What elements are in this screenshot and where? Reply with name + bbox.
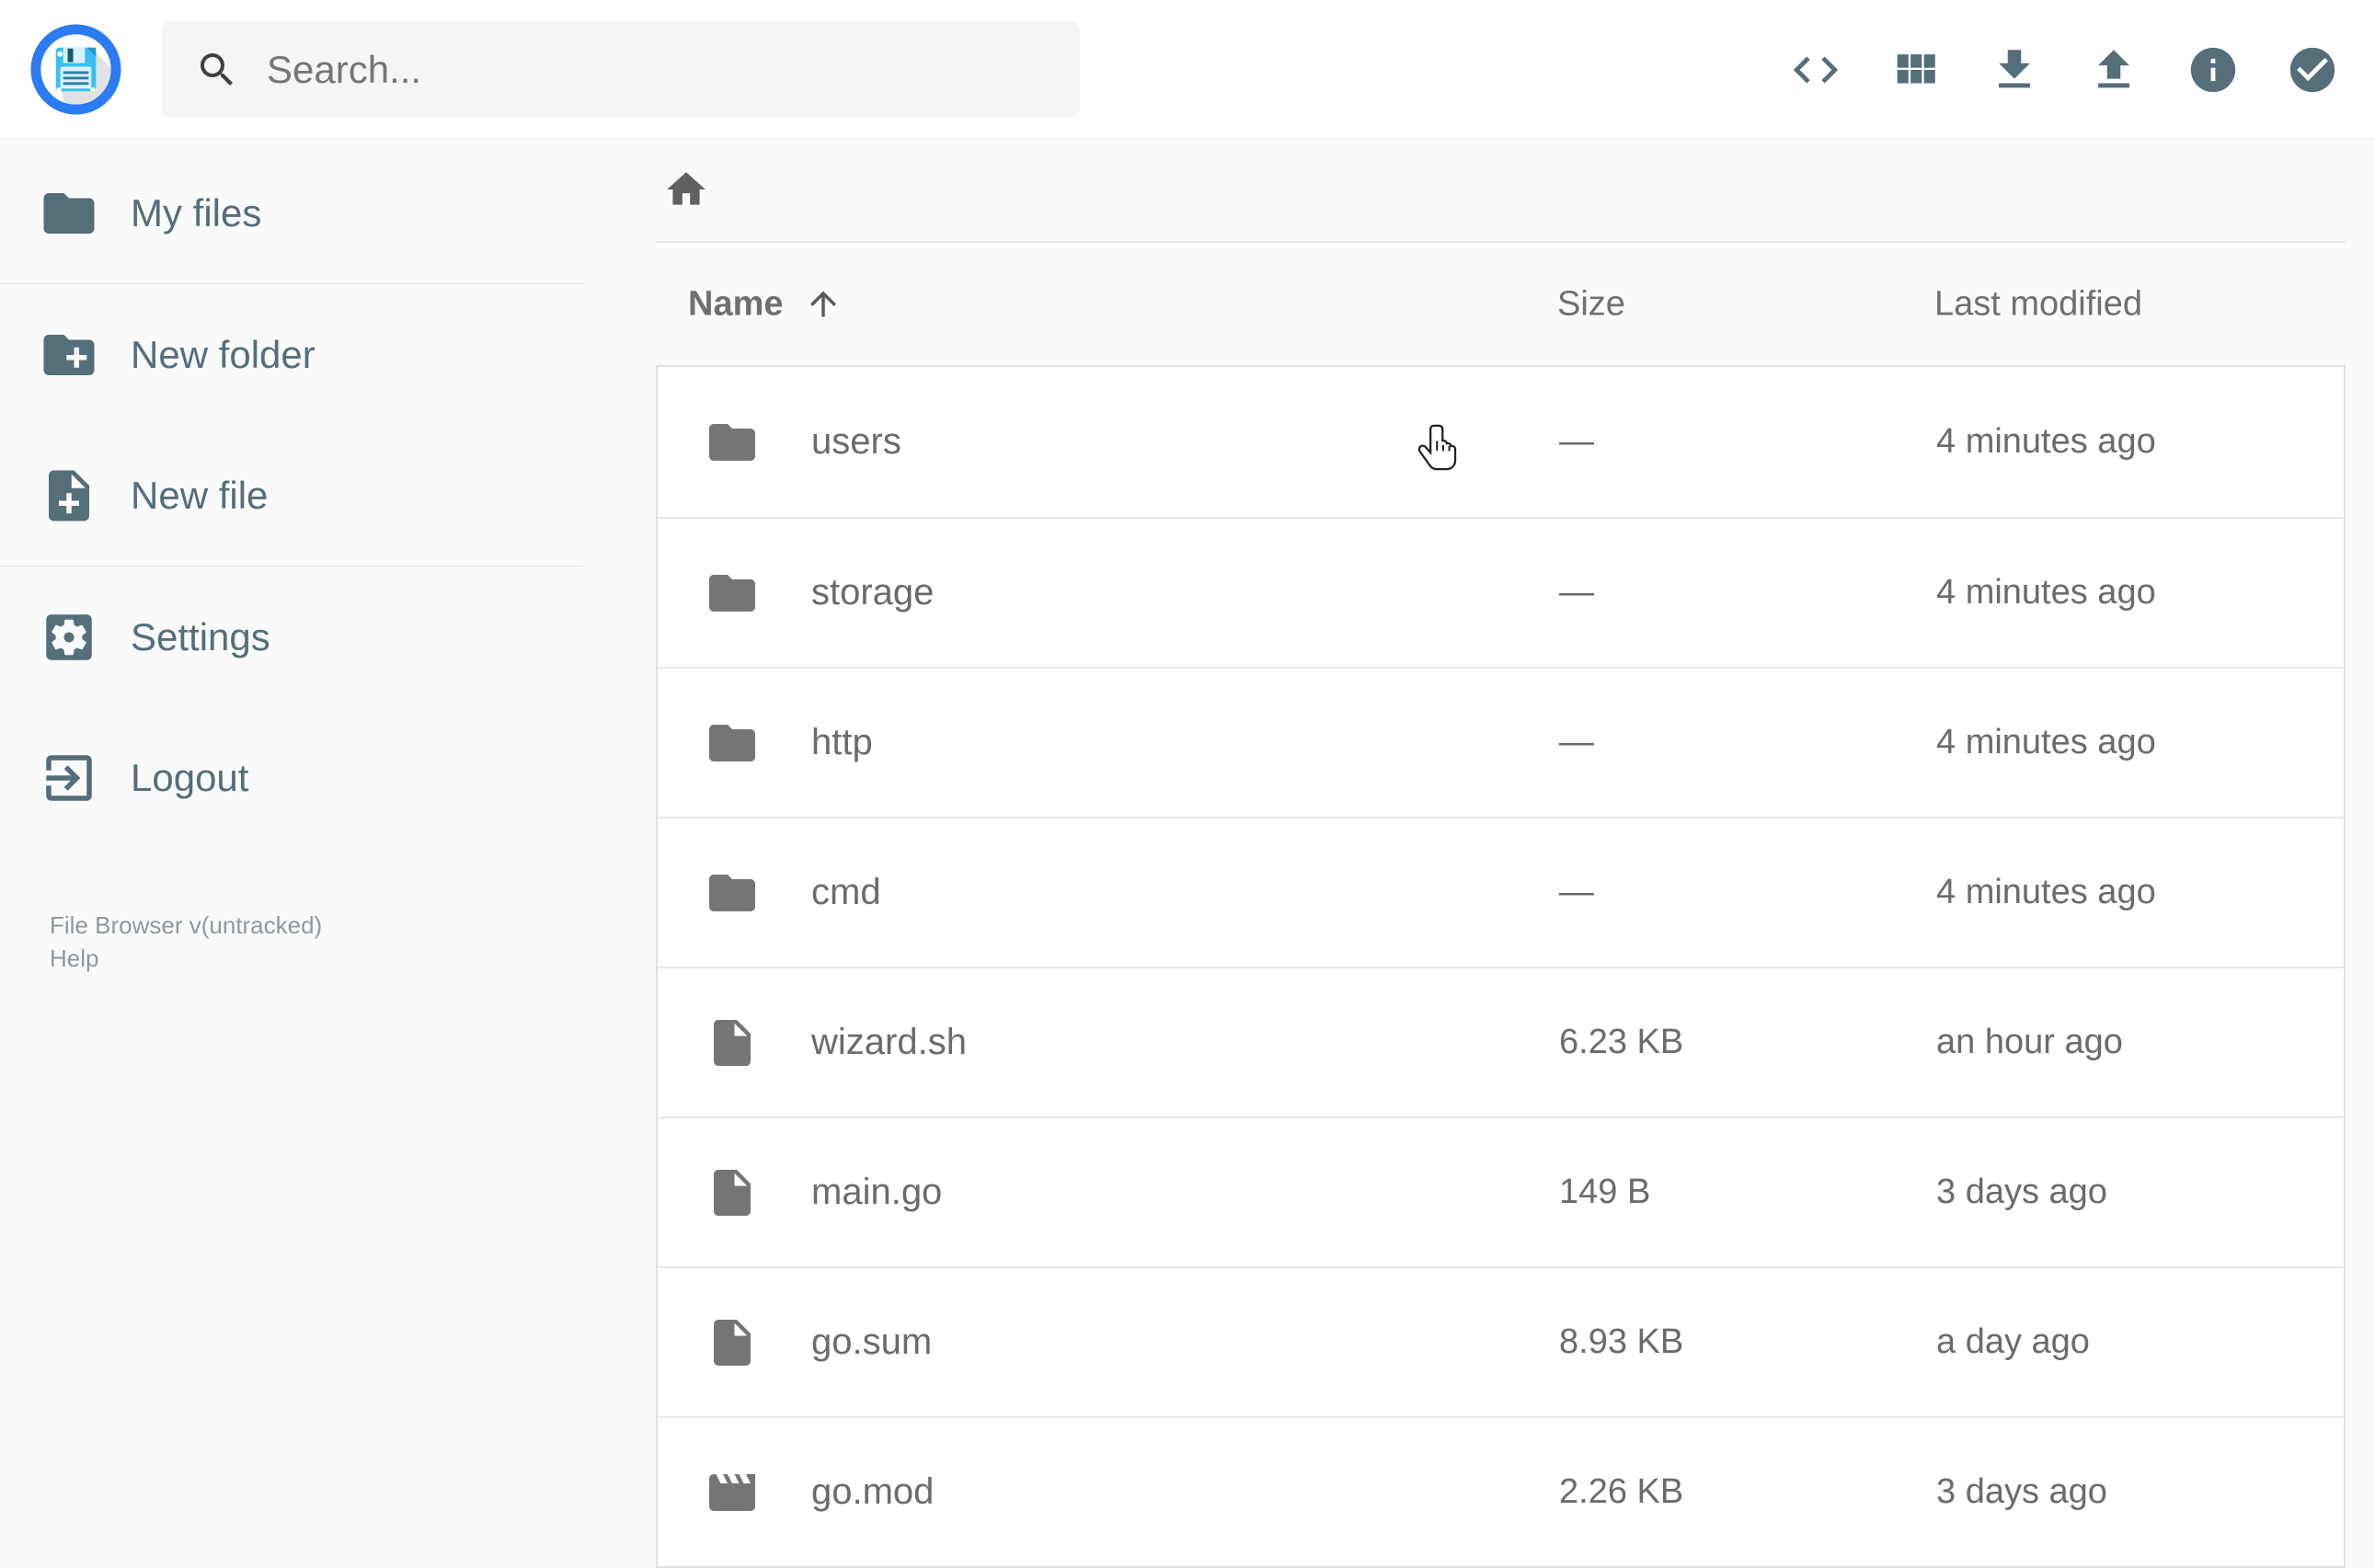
main-area: My files New folder New file Settings Lo… [0, 140, 2375, 1568]
logout-icon [46, 754, 92, 801]
file-icon [705, 1165, 760, 1220]
name-column-label: Name [688, 284, 784, 323]
upload-button[interactable] [2064, 0, 2163, 140]
toolbar-actions [1766, 0, 2362, 140]
file-name: cmd [811, 872, 881, 912]
upload-icon [2098, 49, 2129, 87]
file-name: users [811, 421, 901, 462]
sort-by-size-header[interactable]: Size [1557, 284, 1625, 324]
file-row[interactable]: storage — 4 minutes ago [658, 517, 2344, 667]
sidebar-item-label: Settings [131, 614, 270, 658]
download-icon [1999, 49, 2030, 87]
home-button[interactable] [663, 166, 709, 215]
breadcrumb [656, 140, 2346, 243]
sidebar-item-new-file[interactable]: New file [0, 425, 583, 566]
code-icon [1793, 56, 1839, 83]
download-button[interactable] [1965, 0, 2064, 140]
info-icon [2190, 47, 2236, 92]
file-size: — [1559, 723, 1594, 761]
file-row[interactable]: go.mod 2.26 KB 3 days ago [658, 1416, 2344, 1566]
app-version: File Browser v(untracked) [50, 911, 323, 939]
file-row[interactable]: http — 4 minutes ago [658, 667, 2344, 817]
file-size: 2.26 KB [1559, 1472, 1684, 1511]
search-icon [201, 52, 233, 86]
home-icon [667, 171, 706, 205]
file-size: — [1559, 422, 1594, 461]
sidebar-item-label: New file [131, 473, 269, 517]
file-icon [705, 1315, 760, 1370]
top-bar [0, 0, 2375, 140]
file-size: 8.93 KB [1559, 1322, 1684, 1361]
sidebar-item-logout[interactable]: Logout [0, 707, 583, 848]
file-listing: Name Size Last modified users — 4 minute… [656, 243, 2346, 1568]
file-name: go.sum [811, 1322, 933, 1362]
select-multiple-button[interactable] [2263, 0, 2362, 140]
movie-icon [705, 1465, 760, 1520]
create-new-folder-icon [43, 334, 95, 375]
sidebar-item-new-folder[interactable]: New folder [0, 284, 583, 425]
info-button[interactable] [2163, 0, 2263, 140]
file-size: 149 B [1559, 1173, 1651, 1211]
grid-view-icon [1897, 53, 1935, 83]
folder-icon [705, 865, 760, 921]
help-link[interactable]: Help [50, 942, 583, 975]
file-row[interactable]: wizard.sh 6.23 KB an hour ago [658, 967, 2344, 1116]
app-logo[interactable] [30, 24, 121, 115]
sidebar-item-settings[interactable]: Settings [0, 567, 583, 707]
file-size: — [1559, 873, 1594, 911]
sidebar-item-label: My files [131, 190, 262, 235]
file-row[interactable]: users — 4 minutes ago [658, 367, 2344, 517]
search-box[interactable] [162, 21, 1080, 118]
file-modified: 3 days ago [1936, 1173, 2107, 1211]
sort-ascending-icon [809, 291, 836, 317]
content-area: Name Size Last modified users — 4 minute… [583, 140, 2375, 1568]
file-row[interactable]: go.sum 8.93 KB a day ago [658, 1266, 2344, 1416]
note-add-icon [49, 470, 89, 521]
listing-header: Name Size Last modified [656, 243, 2346, 365]
file-size: 6.23 KB [1559, 1023, 1684, 1061]
folder-icon [705, 415, 760, 470]
sort-by-modified-header[interactable]: Last modified [1934, 284, 2142, 324]
file-modified: 4 minutes ago [1936, 422, 2156, 461]
file-modified: 4 minutes ago [1936, 573, 2156, 612]
sidebar-footer: File Browser v(untracked) Help [0, 909, 583, 975]
sidebar-item-label: Logout [131, 755, 249, 799]
file-modified: an hour ago [1936, 1023, 2123, 1061]
sidebar-item-label: New folder [131, 332, 316, 376]
filebrowser-app: { "header": { "search": { "placeholder":… [0, 0, 2375, 1568]
check-circle-icon [2289, 47, 2335, 92]
file-modified: a day ago [1936, 1322, 2090, 1361]
file-name: go.mod [811, 1471, 935, 1512]
file-name: main.go [811, 1172, 943, 1212]
file-icon [705, 1015, 760, 1070]
floppy-logo-icon [30, 24, 121, 115]
sort-by-name-header[interactable]: Name [688, 284, 843, 324]
folder-icon [705, 715, 760, 771]
folder-icon [705, 566, 760, 621]
folder-icon [43, 192, 95, 234]
switch-view-button[interactable] [1865, 0, 1965, 140]
file-name: storage [811, 572, 935, 612]
file-list: users — 4 minutes ago storage — 4 minute… [656, 365, 2346, 1568]
file-modified: 4 minutes ago [1936, 873, 2156, 911]
file-name: wizard.sh [811, 1022, 967, 1062]
file-modified: 3 days ago [1936, 1472, 2107, 1511]
file-name: http [811, 722, 873, 762]
sidebar: My files New folder New file Settings Lo… [0, 140, 583, 1527]
settings-icon [46, 613, 92, 660]
code-view-button[interactable] [1766, 0, 1865, 140]
file-row[interactable]: cmd — 4 minutes ago [658, 817, 2344, 967]
sidebar-item-my-files[interactable]: My files [0, 143, 583, 283]
file-size: — [1559, 573, 1594, 612]
file-modified: 4 minutes ago [1936, 723, 2156, 761]
search-input[interactable] [267, 47, 1039, 92]
file-row[interactable]: main.go 149 B 3 days ago [658, 1116, 2344, 1266]
